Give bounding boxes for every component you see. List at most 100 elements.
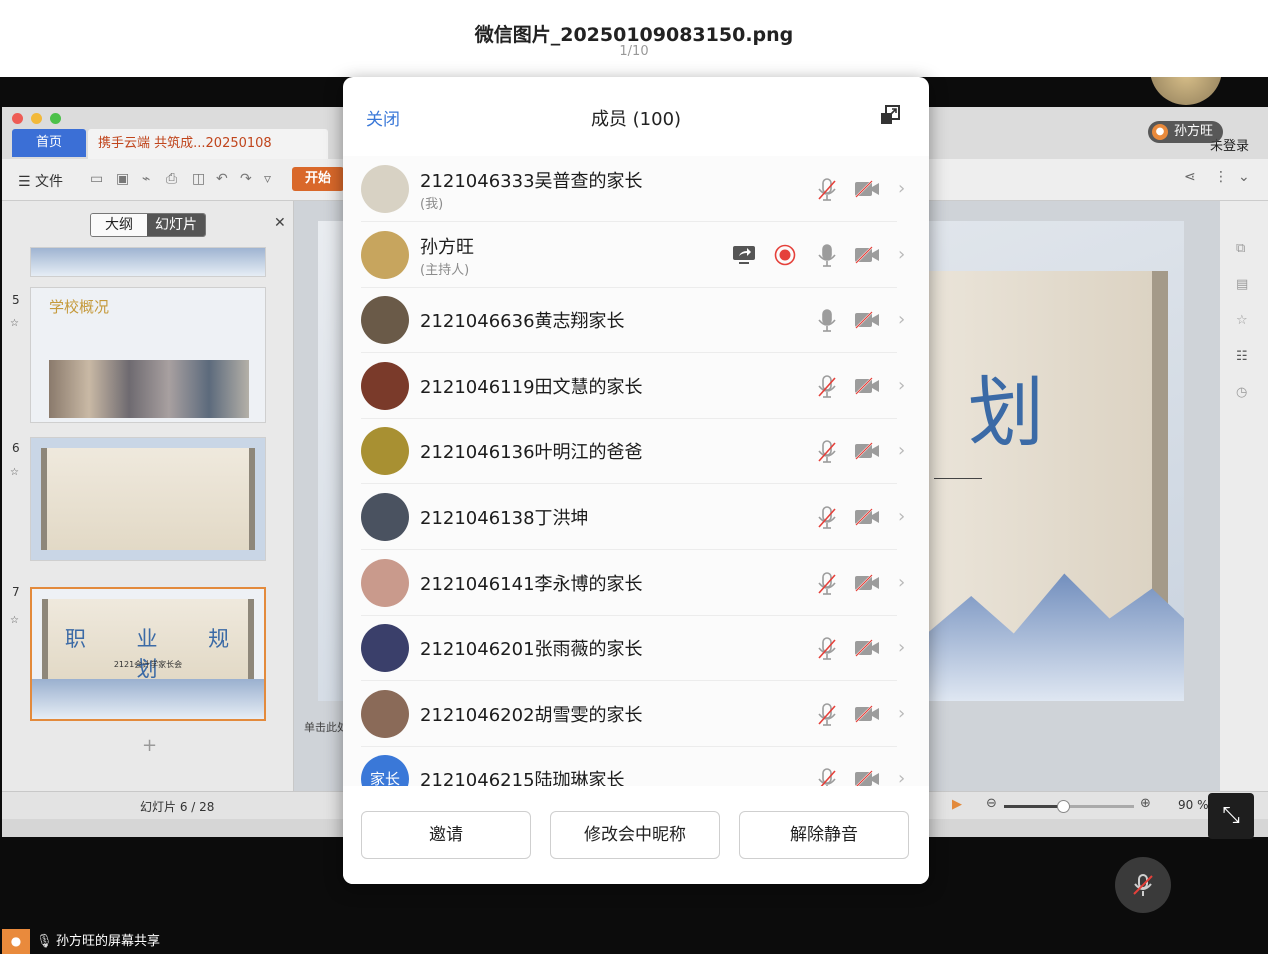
window-maximize-dot (50, 113, 61, 124)
camera-off-icon[interactable] (854, 573, 880, 592)
star-icon: ☆ (10, 467, 19, 478)
chevron-right-icon[interactable]: › (898, 506, 905, 527)
window-minimize-dot (31, 113, 42, 124)
member-row[interactable]: 2121046333吴普查的家长 (我) › (343, 156, 929, 222)
mic-muted-icon[interactable] (816, 506, 838, 530)
camera-off-icon[interactable] (854, 245, 880, 264)
exit-share-view-button[interactable]: ⤡ (1208, 793, 1254, 839)
member-row[interactable]: 2121046119田文慧的家长 › (343, 353, 929, 419)
slide-number: 5 (12, 293, 20, 307)
chevron-right-icon[interactable]: › (898, 244, 905, 265)
notes-hint: 单击此处 (304, 721, 348, 734)
screen-share-icon (733, 245, 755, 264)
slide-thumbnail-6 (30, 437, 266, 561)
outline-tab: 大纲 (91, 214, 147, 236)
format-painter-icon: ⌁ (142, 171, 151, 187)
host-name: 孙方旺 (1174, 124, 1214, 139)
recording-icon (774, 244, 796, 265)
member-row[interactable]: 2121046202胡雪雯的家长 › (343, 681, 929, 747)
more-icon: ▿ (264, 171, 272, 187)
zoom-out-icon: ⊖ (986, 796, 997, 811)
open-icon: ▭ (90, 171, 104, 187)
thumbnail-art (31, 248, 265, 276)
play-icon: ▶ (952, 797, 962, 812)
member-row[interactable]: 2121046138丁洪坤 › (343, 484, 929, 550)
share-owner-text: 孙方旺的屏幕共享 (56, 934, 161, 949)
thumbnail-scroll-art (41, 448, 255, 550)
member-name: 2121046136叶明江的爸爸 (420, 442, 643, 464)
image-filename: 微信图片_20250109083150.png (474, 24, 794, 46)
camera-off-icon[interactable] (854, 508, 880, 526)
camera-off-icon[interactable] (854, 639, 880, 657)
mic-muted-icon[interactable] (816, 374, 838, 399)
member-name: 2121046202胡雪雯的家长 (420, 704, 643, 726)
member-row[interactable]: 家长 2121046215陆珈琳家长 › (343, 746, 929, 786)
camera-off-icon[interactable] (854, 311, 880, 329)
unmute-all-button[interactable]: 解除静音 (739, 811, 909, 859)
member-name: 2121046636黄志翔家长 (420, 311, 625, 333)
mic-muted-icon[interactable] (816, 768, 838, 786)
thumbnail-photos (49, 360, 249, 418)
star-icon: ☆ (1236, 313, 1248, 328)
invite-button[interactable]: 邀请 (361, 811, 531, 859)
members-dialog: 关闭 成员 (100) 2121046333吴普查的家长 (我) › 孙方旺 (主持人)… (343, 77, 929, 884)
member-name: 2121046201张雨薇的家长 (420, 639, 643, 661)
member-row[interactable]: 孙方旺 (主持人) › (343, 222, 929, 288)
chevron-down-icon: ⌄ (1238, 169, 1250, 185)
chevron-right-icon[interactable]: › (898, 703, 905, 724)
tab-home: 首页 (12, 129, 86, 157)
mic-muted-icon[interactable] (816, 702, 838, 727)
chevron-right-icon[interactable]: › (898, 637, 905, 658)
mic-muted-icon[interactable] (816, 178, 838, 202)
chevron-right-icon[interactable]: › (898, 440, 905, 461)
chevron-right-icon[interactable]: › (898, 375, 905, 396)
member-role: (主持人) (420, 262, 470, 278)
user-icon: ● (2, 929, 30, 954)
redo-icon: ↷ (240, 171, 252, 187)
member-row[interactable]: 2121046136叶明江的爸爸 › (343, 418, 929, 485)
camera-off-icon[interactable] (854, 180, 880, 198)
member-row[interactable]: 2121046201张雨薇的家长 › (343, 615, 929, 682)
camera-off-icon[interactable] (854, 377, 880, 395)
slides-tab: 幻灯片 (147, 214, 205, 236)
mic-muted-button[interactable] (1115, 857, 1171, 913)
zoom-slider (1004, 800, 1134, 813)
mic-icon[interactable] (816, 309, 838, 333)
print-icon: ⎙ (166, 171, 178, 187)
thumbnail-mountains (32, 679, 264, 719)
camera-off-icon[interactable] (854, 770, 880, 786)
save-icon: ▣ (116, 171, 130, 187)
member-row[interactable]: 2121046141李永博的家长 › (343, 550, 929, 616)
mic-icon: 🎙 (36, 934, 53, 949)
host-video-avatar[interactable] (1150, 77, 1222, 105)
chevron-right-icon[interactable]: › (898, 178, 905, 199)
view-switcher: 大纲 幻灯片 (90, 213, 206, 237)
tab-document: 携手云端 共筑成...20250108 (88, 129, 328, 159)
chevron-right-icon[interactable]: › (898, 309, 905, 330)
slide-number: 6 (12, 441, 20, 455)
right-tool-rail: ⧉ ▤ ☆ ☷ ◷ (1220, 201, 1268, 791)
member-name: 孙方旺 (420, 236, 474, 258)
chevron-right-icon[interactable]: › (898, 768, 905, 786)
mic-muted-icon[interactable] (816, 440, 838, 464)
slide-divider (934, 478, 982, 479)
user-icon: ● (1152, 124, 1168, 140)
mic-muted-icon[interactable] (816, 571, 838, 596)
camera-off-icon[interactable] (854, 442, 880, 461)
member-row[interactable]: 2121046636黄志翔家长 › (343, 287, 929, 354)
mic-icon[interactable] (816, 243, 838, 268)
thumbnail-subtitle: 2121会计学家长会 (113, 660, 183, 669)
member-name: 2121046138丁洪坤 (420, 508, 589, 529)
image-counter: 1/10 (619, 44, 649, 59)
member-list[interactable]: 2121046333吴普查的家长 (我) › 孙方旺 (主持人) › 2121046636黄… (343, 156, 929, 786)
popout-window-icon[interactable] (879, 104, 901, 126)
history-icon: ◷ (1236, 385, 1248, 400)
avatar (361, 296, 409, 345)
rename-in-meeting-button[interactable]: 修改会中昵称 (550, 811, 720, 859)
camera-off-icon[interactable] (854, 705, 880, 723)
avatar (361, 558, 409, 607)
chevron-right-icon[interactable]: › (898, 572, 905, 593)
image-viewer-header: 微信图片_20250109083150.png 1/10 (0, 0, 1268, 77)
avatar (361, 230, 409, 279)
mic-muted-icon[interactable] (816, 637, 838, 661)
